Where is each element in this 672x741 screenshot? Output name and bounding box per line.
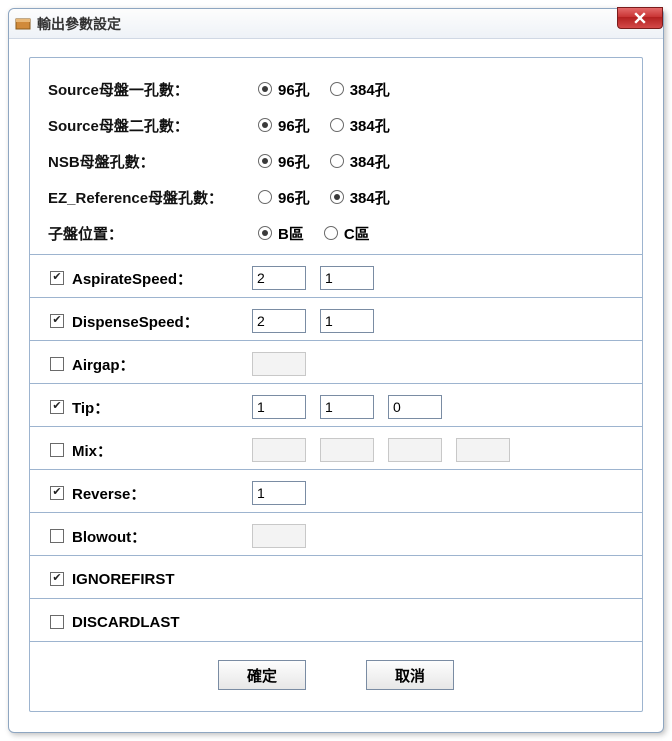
radio-icon	[330, 82, 344, 96]
input-blowout-1	[252, 524, 306, 548]
radio-icon	[330, 154, 344, 168]
row-ignorefirst: IGNOREFIRST	[48, 560, 624, 598]
radio-child-b[interactable]: B區	[258, 223, 304, 244]
row-reverse: Reverse：	[48, 474, 624, 512]
input-tip-1[interactable]	[252, 395, 306, 419]
checkbox-blowout[interactable]	[50, 529, 64, 543]
divider	[30, 383, 642, 384]
radio-nsb-384[interactable]: 384孔	[330, 151, 390, 172]
label-nsb: NSB母盤孔數：	[48, 151, 258, 172]
input-dispense-1[interactable]	[252, 309, 306, 333]
divider	[30, 598, 642, 599]
row-source-1: Source母盤一孔數： 96孔 384孔	[48, 74, 624, 104]
label-dispense: DispenseSpeed：	[72, 311, 252, 332]
row-discardlast: DISCARDLAST	[48, 603, 624, 641]
label-aspirate: AspirateSpeed：	[72, 268, 252, 289]
radio-icon	[324, 226, 338, 240]
input-tip-2[interactable]	[320, 395, 374, 419]
checkbox-dispense[interactable]	[50, 314, 64, 328]
input-tip-3[interactable]	[388, 395, 442, 419]
titlebar: 輸出參數設定	[9, 9, 663, 39]
dialog-content: Source母盤一孔數： 96孔 384孔 Source母盤二孔數： 96孔 3…	[29, 57, 643, 712]
radio-nsb-96[interactable]: 96孔	[258, 151, 310, 172]
label-reverse: Reverse：	[72, 483, 252, 504]
input-mix-4	[456, 438, 510, 462]
cancel-button[interactable]: 取消	[366, 660, 454, 690]
row-aspirate: AspirateSpeed：	[48, 259, 624, 297]
label-tip: Tip：	[72, 397, 252, 418]
row-blowout: Blowout：	[48, 517, 624, 555]
checkbox-aspirate[interactable]	[50, 271, 64, 285]
row-tip: Tip：	[48, 388, 624, 426]
row-child-pos: 子盤位置： B區 C區	[48, 218, 624, 248]
row-dispense: DispenseSpeed：	[48, 302, 624, 340]
label-child-pos: 子盤位置：	[48, 223, 258, 244]
radio-icon	[258, 118, 272, 132]
radio-source-2-384[interactable]: 384孔	[330, 115, 390, 136]
divider	[30, 555, 642, 556]
row-airgap: Airgap：	[48, 345, 624, 383]
checkbox-tip[interactable]	[50, 400, 64, 414]
radio-ez-384[interactable]: 384孔	[330, 187, 390, 208]
ok-button[interactable]: 確定	[218, 660, 306, 690]
label-source-1: Source母盤一孔數：	[48, 79, 258, 100]
radio-icon	[258, 82, 272, 96]
checkbox-airgap[interactable]	[50, 357, 64, 371]
input-aspirate-1[interactable]	[252, 266, 306, 290]
label-ez-ref: EZ_Reference母盤孔數：	[48, 187, 258, 208]
label-blowout: Blowout：	[72, 526, 252, 547]
divider	[30, 512, 642, 513]
divider	[30, 297, 642, 298]
window-title: 輸出參數設定	[37, 14, 121, 34]
checkbox-discardlast[interactable]	[50, 615, 64, 629]
input-dispense-2[interactable]	[320, 309, 374, 333]
close-button[interactable]	[617, 7, 663, 29]
divider	[30, 254, 642, 255]
close-icon	[634, 12, 646, 24]
input-mix-2	[320, 438, 374, 462]
radio-icon	[258, 190, 272, 204]
input-mix-1	[252, 438, 306, 462]
input-airgap-1	[252, 352, 306, 376]
radio-icon	[330, 118, 344, 132]
label-source-2: Source母盤二孔數：	[48, 115, 258, 136]
label-ignorefirst: IGNOREFIRST	[72, 571, 252, 588]
label-airgap: Airgap：	[72, 354, 252, 375]
radio-icon	[258, 226, 272, 240]
dialog-window: 輸出參數設定 Source母盤一孔數： 96孔 384孔 Source母盤二孔數…	[8, 8, 664, 733]
input-mix-3	[388, 438, 442, 462]
checkbox-mix[interactable]	[50, 443, 64, 457]
checkbox-reverse[interactable]	[50, 486, 64, 500]
divider	[30, 340, 642, 341]
radio-source-2-96[interactable]: 96孔	[258, 115, 310, 136]
divider	[30, 469, 642, 470]
button-row: 確定 取消	[48, 660, 624, 690]
label-mix: Mix：	[72, 440, 252, 461]
radio-child-c[interactable]: C區	[324, 223, 370, 244]
label-discardlast: DISCARDLAST	[72, 614, 252, 631]
input-aspirate-2[interactable]	[320, 266, 374, 290]
row-source-2: Source母盤二孔數： 96孔 384孔	[48, 110, 624, 140]
divider	[30, 426, 642, 427]
row-ez-ref: EZ_Reference母盤孔數： 96孔 384孔	[48, 182, 624, 212]
radio-icon	[330, 190, 344, 204]
checkbox-ignorefirst[interactable]	[50, 572, 64, 586]
row-mix: Mix：	[48, 431, 624, 469]
app-icon	[15, 16, 31, 32]
radio-icon	[258, 154, 272, 168]
row-nsb: NSB母盤孔數： 96孔 384孔	[48, 146, 624, 176]
input-reverse-1[interactable]	[252, 481, 306, 505]
radio-source-1-96[interactable]: 96孔	[258, 79, 310, 100]
radio-source-1-384[interactable]: 384孔	[330, 79, 390, 100]
radio-ez-96[interactable]: 96孔	[258, 187, 310, 208]
divider	[30, 641, 642, 642]
